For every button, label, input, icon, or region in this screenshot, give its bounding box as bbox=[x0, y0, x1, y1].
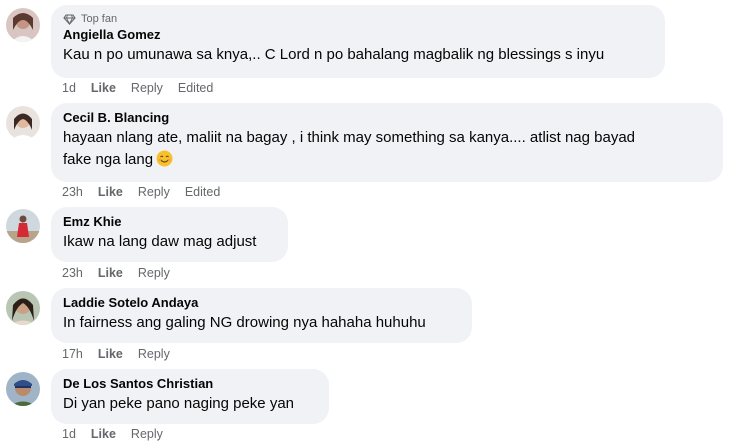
commenter-name[interactable]: Emz Khie bbox=[63, 213, 276, 230]
badge-label: Top fan bbox=[81, 13, 118, 25]
comment-bubble: Top fan Angiella Gomez Kau n po umunawa … bbox=[51, 5, 665, 78]
like-button[interactable]: Like bbox=[98, 266, 123, 280]
comment-text-fragment: fake nga lang bbox=[63, 151, 154, 168]
timestamp[interactable]: 1d bbox=[62, 427, 76, 441]
comment-text-line: hayaan nlang ate, maliit na bagay , i th… bbox=[63, 129, 636, 146]
reply-button[interactable]: Reply bbox=[131, 427, 163, 441]
avatar[interactable] bbox=[6, 106, 40, 140]
comment-text: hayaan nlang ate, maliit na bagay , i th… bbox=[63, 127, 711, 174]
avatar[interactable] bbox=[6, 372, 40, 406]
reply-button[interactable]: Reply bbox=[138, 347, 170, 361]
timestamp[interactable]: 1d bbox=[62, 81, 76, 95]
timestamp[interactable]: 17h bbox=[62, 347, 83, 361]
like-button[interactable]: Like bbox=[91, 427, 116, 441]
avatar[interactable] bbox=[6, 209, 40, 243]
reply-button[interactable]: Reply bbox=[138, 266, 170, 280]
comment-actions: 23h Like Reply bbox=[62, 266, 185, 280]
comment-bubble: De Los Santos Christian Di yan peke pano… bbox=[51, 369, 329, 424]
diamond-icon bbox=[63, 13, 76, 25]
avatar[interactable] bbox=[6, 291, 40, 325]
comment-actions: 17h Like Reply bbox=[62, 347, 185, 361]
reply-button[interactable]: Reply bbox=[131, 81, 163, 95]
comment-bubble: Cecil B. Blancing hayaan nlang ate, mali… bbox=[51, 103, 723, 182]
comment-text-line: fake nga lang bbox=[63, 149, 711, 174]
commenter-name[interactable]: De Los Santos Christian bbox=[63, 375, 317, 392]
avatar[interactable] bbox=[6, 8, 40, 42]
like-button[interactable]: Like bbox=[98, 185, 123, 199]
comment-actions: 23h Like Reply Edited bbox=[62, 185, 235, 199]
comment-bubble: Laddie Sotelo Andaya In fairness ang gal… bbox=[51, 288, 472, 343]
comment-text: Di yan peke pano naging peke yan bbox=[63, 395, 295, 412]
commenter-name[interactable]: Cecil B. Blancing bbox=[63, 109, 711, 126]
comment-bubble: Emz Khie Ikaw na lang daw mag adjust bbox=[51, 207, 288, 262]
reply-button[interactable]: Reply bbox=[138, 185, 170, 199]
top-fan-badge: Top fan bbox=[63, 12, 653, 26]
like-button[interactable]: Like bbox=[91, 81, 116, 95]
timestamp[interactable]: 23h bbox=[62, 185, 83, 199]
edited-label[interactable]: Edited bbox=[185, 185, 220, 199]
comment-text: In fairness ang galing NG drowing nya ha… bbox=[63, 314, 426, 331]
comment-text: Kau n po umunawa sa knya,.. C Lord n po … bbox=[63, 46, 605, 63]
smiling-face-emoji-icon bbox=[156, 150, 173, 174]
edited-label[interactable]: Edited bbox=[178, 81, 213, 95]
comment-actions: 1d Like Reply bbox=[62, 427, 178, 441]
comment-list: Top fan Angiella Gomez Kau n po umunawa … bbox=[0, 0, 750, 448]
timestamp[interactable]: 23h bbox=[62, 266, 83, 280]
commenter-name[interactable]: Angiella Gomez bbox=[63, 26, 653, 43]
commenter-name[interactable]: Laddie Sotelo Andaya bbox=[63, 294, 460, 311]
like-button[interactable]: Like bbox=[98, 347, 123, 361]
comment-text: Ikaw na lang daw mag adjust bbox=[63, 233, 257, 250]
comment-actions: 1d Like Reply Edited bbox=[62, 81, 228, 95]
